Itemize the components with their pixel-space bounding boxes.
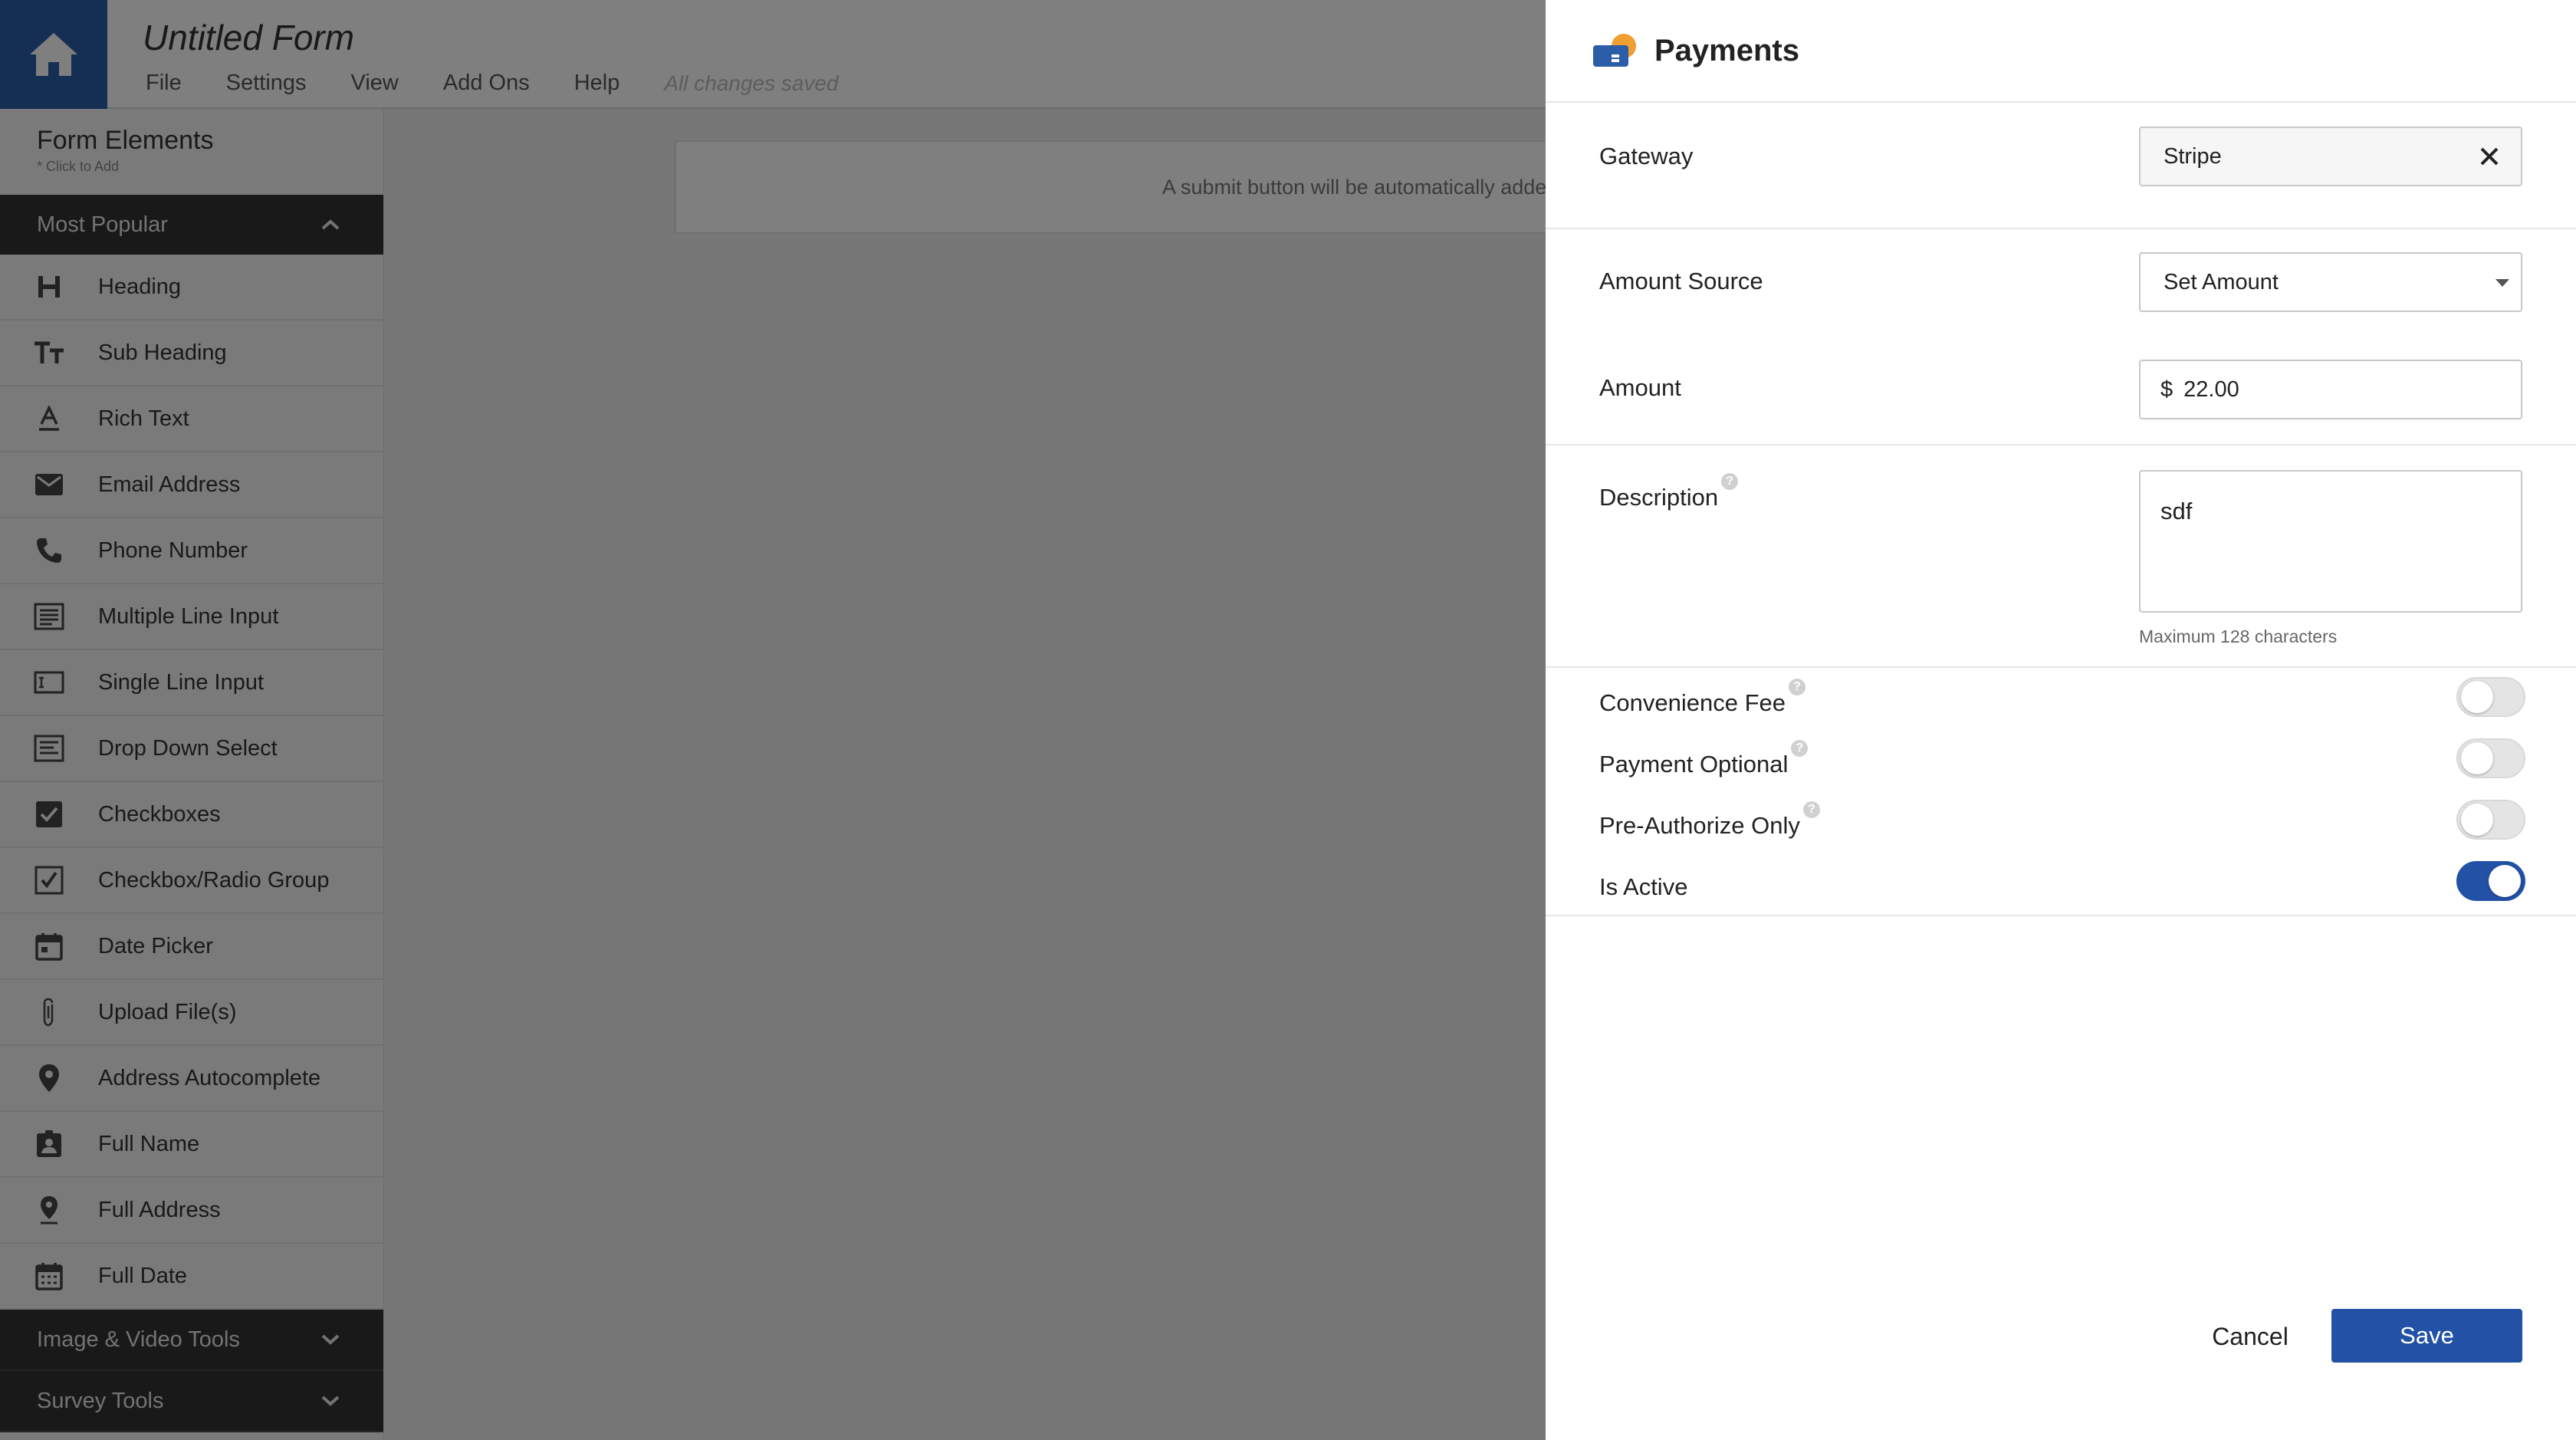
- toggle-knob: [2461, 681, 2493, 713]
- gateway-row: Gateway Stripe: [1546, 103, 2576, 229]
- gateway-label: Gateway: [1599, 143, 1694, 169]
- gateway-value: Stripe: [2164, 143, 2222, 169]
- description-value: sdf: [2160, 498, 2193, 524]
- panel-header: Payments: [1546, 0, 2576, 103]
- save-button[interactable]: Save: [2331, 1309, 2522, 1363]
- payment-optional-toggle[interactable]: [2456, 738, 2525, 778]
- convenience-fee-label: Convenience Fee: [1599, 689, 1786, 716]
- cancel-button[interactable]: Cancel: [2185, 1310, 2315, 1363]
- description-label-wrap: Description?: [1599, 473, 1739, 511]
- payments-icon: [1593, 34, 1636, 67]
- payments-panel: Payments Gateway Stripe Amount Source Se…: [1546, 0, 2576, 1440]
- is-active-toggle[interactable]: [2456, 861, 2525, 901]
- amount-source-label: Amount Source: [1599, 268, 1763, 294]
- description-textarea[interactable]: sdf: [2139, 470, 2522, 613]
- help-icon[interactable]: ?: [1789, 679, 1806, 695]
- help-icon[interactable]: ?: [1791, 740, 1809, 757]
- amount-row: Amount Source Set Amount Amount $ 22.00: [1546, 229, 2576, 445]
- toggle-knob: [2461, 742, 2493, 774]
- description-row: Description? sdf Maximum 128 characters: [1546, 445, 2576, 668]
- gateway-select[interactable]: Stripe: [2139, 127, 2522, 186]
- toggle-knob: [2489, 865, 2521, 897]
- convenience-fee-toggle[interactable]: [2456, 677, 2525, 717]
- description-label: Description: [1599, 484, 1719, 511]
- payment-optional-label: Payment Optional: [1599, 751, 1789, 778]
- help-icon[interactable]: ?: [1721, 473, 1739, 490]
- pre-authorize-label-wrap: Pre-Authorize Only?: [1599, 801, 1820, 840]
- panel-title: Payments: [1654, 33, 1799, 67]
- amount-input[interactable]: $ 22.00: [2139, 360, 2522, 419]
- pre-authorize-label: Pre-Authorize Only: [1599, 812, 1800, 839]
- toggle-knob: [2461, 804, 2493, 836]
- pre-authorize-toggle[interactable]: [2456, 800, 2525, 840]
- caret-down-icon: [2496, 279, 2509, 287]
- modal-backdrop[interactable]: [0, 0, 1546, 1440]
- toggles-row: Convenience Fee? Payment Optional? Pre-A…: [1546, 668, 2576, 916]
- currency-symbol: $: [2160, 376, 2174, 402]
- amount-value: 22.00: [2183, 376, 2239, 402]
- payment-optional-label-wrap: Payment Optional?: [1599, 740, 1809, 778]
- amount-source-select[interactable]: Set Amount: [2139, 252, 2522, 312]
- amount-source-value: Set Amount: [2164, 269, 2279, 294]
- amount-label: Amount: [1599, 374, 1681, 401]
- description-hint: Maximum 128 characters: [2139, 626, 2338, 646]
- clear-icon[interactable]: [2479, 146, 2499, 166]
- convenience-fee-label-wrap: Convenience Fee?: [1599, 679, 1806, 717]
- help-icon[interactable]: ?: [1802, 801, 1820, 818]
- is-active-label: Is Active: [1599, 873, 1688, 900]
